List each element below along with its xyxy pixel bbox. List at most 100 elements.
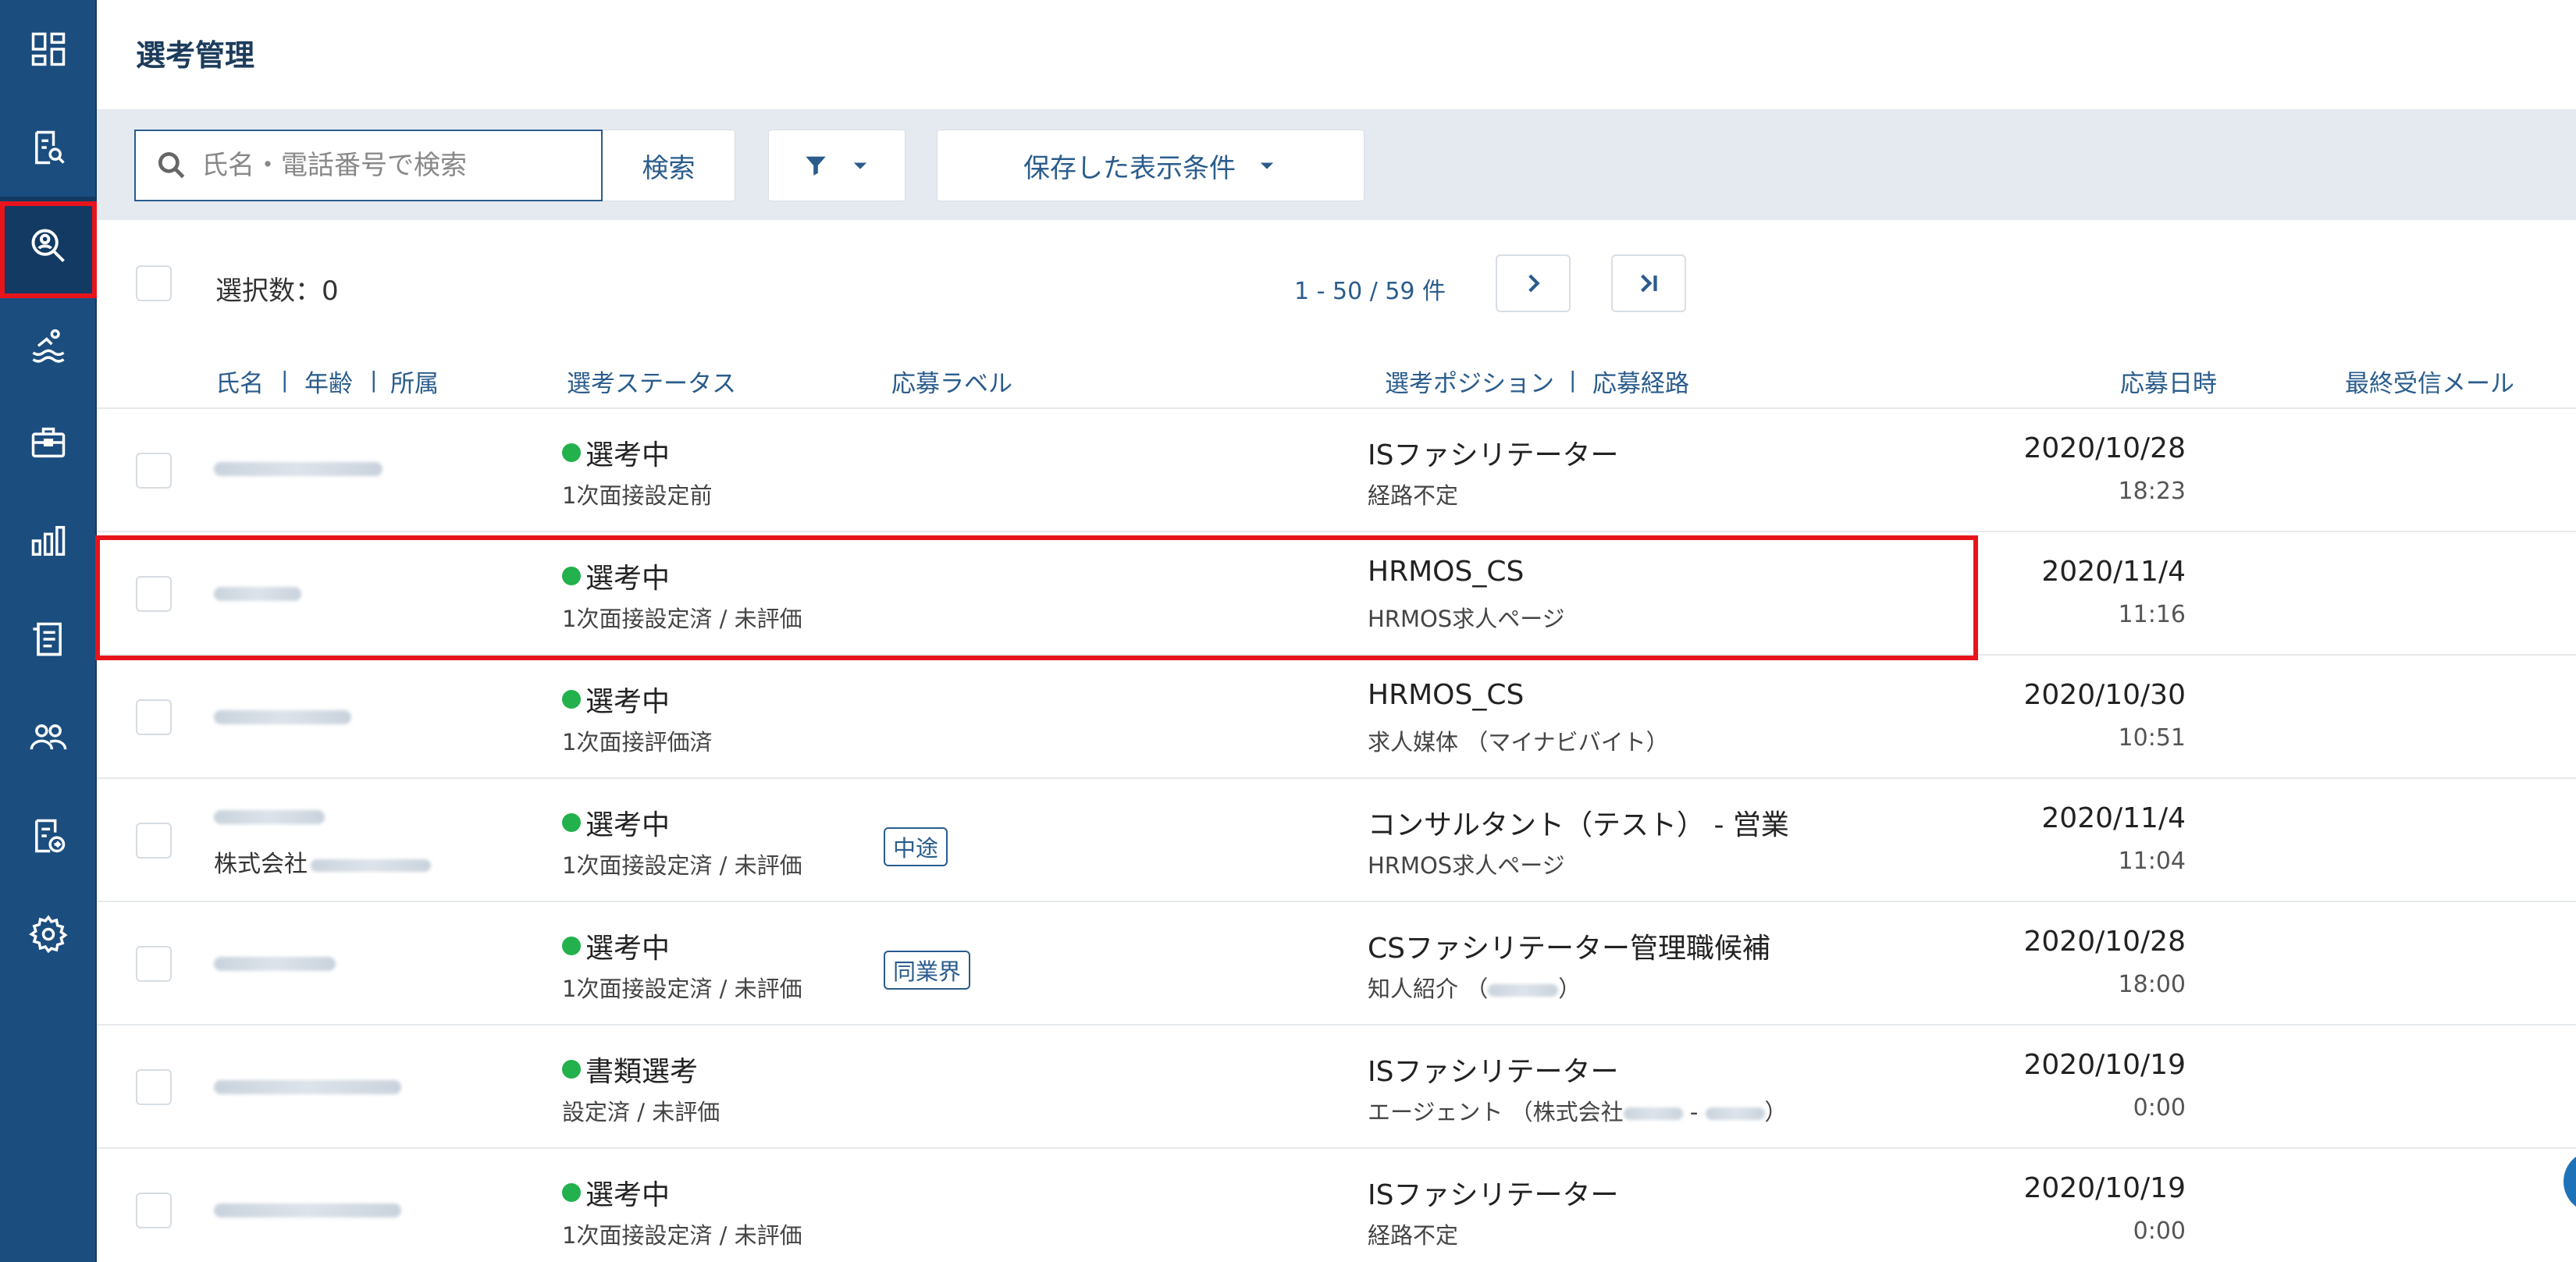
position-name: CSファシリテーター管理職候補 xyxy=(1368,933,1770,965)
last-page-button[interactable] xyxy=(1611,254,1686,312)
table-row[interactable]: 選考中 1次面接設定済 / 未評価 HRMOS_CS HRMOS求人ページ 20… xyxy=(97,532,2576,656)
sidebar-item-jobs[interactable] xyxy=(0,393,97,492)
status-label: 書類選考 xyxy=(562,1049,698,1090)
status-detail: 1次面接評価済 xyxy=(562,729,713,755)
column-age[interactable]: 年齢 xyxy=(304,364,353,399)
candidate-name-redacted xyxy=(214,710,351,724)
bar-chart-icon xyxy=(31,525,66,556)
sidebar-item-activity[interactable] xyxy=(0,295,97,393)
column-separator: | xyxy=(281,367,289,393)
status-label: 選考中 xyxy=(562,432,670,473)
sidebar-item-reports[interactable] xyxy=(0,492,97,590)
sidebar-item-export[interactable] xyxy=(0,787,97,885)
table-row[interactable]: 選考中 1次面接設定済 / 未評価 同業界 CSファシリテーター管理職候補 知人… xyxy=(97,902,2576,1026)
status-dot xyxy=(562,813,581,832)
status-dot xyxy=(562,1060,581,1079)
position-name: HRMOS_CS xyxy=(1368,556,1525,588)
sidebar-item-forms[interactable] xyxy=(0,590,97,688)
application-route: HRMOS求人ページ xyxy=(1368,852,1565,879)
applied-date: 2020/10/30 xyxy=(2023,679,2186,711)
table-row[interactable]: 選考中 1次面接設定済 / 未評価 ISファシリテーター 経路不定 2020/1… xyxy=(97,1149,2576,1262)
caret-down-icon xyxy=(853,162,867,169)
filter-button[interactable] xyxy=(768,130,906,201)
table-row[interactable]: 株式会社 選考中 1次面接設定済 / 未評価 中途 コンサルタント（テスト） -… xyxy=(97,779,2576,902)
candidate-name-redacted xyxy=(214,462,382,476)
candidate-name-redacted xyxy=(214,1203,401,1218)
candidate-company: 株式会社 xyxy=(214,844,431,879)
column-route[interactable]: 応募経路 xyxy=(1592,364,1689,399)
agent-name-redacted xyxy=(1705,1107,1765,1120)
applied-time: 10:51 xyxy=(2118,724,2186,752)
briefcase-icon xyxy=(31,427,66,458)
position-name: コンサルタント（テスト） - 営業 xyxy=(1368,809,1789,841)
sidebar-item-settings[interactable] xyxy=(0,885,97,983)
column-position[interactable]: 選考ポジション xyxy=(1385,364,1554,399)
table-row[interactable]: 選考中 1次面接設定前 ISファシリテーター 経路不定 2020/10/28 1… xyxy=(97,409,2576,532)
status-dot xyxy=(562,1183,581,1202)
application-route: 経路不定 xyxy=(1368,1222,1459,1249)
row-checkbox[interactable] xyxy=(136,453,172,489)
chevron-right-icon xyxy=(1528,274,1540,293)
chevron-last-icon xyxy=(1640,274,1657,293)
row-checkbox[interactable] xyxy=(136,1069,172,1105)
candidate-name-redacted xyxy=(214,810,325,824)
search-input[interactable] xyxy=(201,150,568,181)
status-detail: 1次面接設定済 / 未評価 xyxy=(562,852,802,879)
candidate-name-redacted xyxy=(214,957,336,971)
status-detail: 1次面接設定前 xyxy=(562,482,713,509)
sidebar-item-candidates[interactable] xyxy=(0,197,97,295)
table-row[interactable]: 選考中 1次面接評価済 HRMOS_CS 求人媒体 （マイナビバイト） 2020… xyxy=(97,656,2576,779)
application-route: 経路不定 xyxy=(1368,482,1459,509)
caret-down-icon xyxy=(1260,162,1274,169)
position-name: ISファシリテーター xyxy=(1368,1056,1619,1088)
applied-time: 18:00 xyxy=(2118,971,2186,998)
search-button[interactable]: 検索 xyxy=(603,130,735,201)
applied-time: 11:04 xyxy=(2118,848,2186,875)
position-name: ISファシリテーター xyxy=(1368,1179,1619,1211)
sidebar xyxy=(0,0,97,1262)
status-detail: 1次面接設定済 / 未評価 xyxy=(562,1222,802,1249)
column-last-mail[interactable]: 最終受信メール xyxy=(2345,364,2514,399)
users-icon xyxy=(30,724,67,750)
document-export-icon xyxy=(35,819,66,853)
column-label[interactable]: 応募ラベル xyxy=(891,364,1012,399)
select-all-checkbox[interactable] xyxy=(136,265,172,301)
toolbar: 検索 保存した表示条件 xyxy=(97,109,2576,220)
search-field[interactable] xyxy=(134,130,603,201)
dashboard-icon xyxy=(31,32,66,66)
status-detail: 設定済 / 未評価 xyxy=(562,1099,720,1125)
column-applied-at[interactable]: 応募日時 xyxy=(2120,364,2217,399)
company-name-redacted xyxy=(311,859,431,872)
application-route: HRMOS求人ページ xyxy=(1368,606,1565,632)
document-list-icon xyxy=(33,622,62,656)
applied-date: 2020/10/19 xyxy=(2023,1172,2186,1204)
column-affiliation[interactable]: 所属 xyxy=(390,364,439,399)
saved-conditions-label: 保存した表示条件 xyxy=(1023,152,1236,184)
sidebar-item-dashboard[interactable] xyxy=(0,0,97,98)
column-status[interactable]: 選考ステータス xyxy=(567,364,736,399)
application-route: 知人紹介 （） xyxy=(1368,976,1582,1002)
applied-date: 2020/10/28 xyxy=(2023,432,2186,464)
row-checkbox[interactable] xyxy=(136,1193,172,1228)
status-label: 選考中 xyxy=(562,1172,670,1213)
agent-company-redacted xyxy=(1623,1107,1683,1120)
sidebar-item-documents[interactable] xyxy=(0,98,97,197)
status-label: 選考中 xyxy=(562,556,670,596)
column-name[interactable]: 氏名 xyxy=(215,364,264,399)
selection-count: 選択数：0 xyxy=(215,276,339,307)
saved-conditions-button[interactable]: 保存した表示条件 xyxy=(937,130,1364,201)
next-page-button[interactable] xyxy=(1496,254,1571,312)
applied-date: 2020/10/28 xyxy=(2023,926,2186,958)
row-checkbox[interactable] xyxy=(136,946,172,982)
status-dot xyxy=(562,567,581,585)
table-row[interactable]: 書類選考 設定済 / 未評価 ISファシリテーター エージェント （株式会社 -… xyxy=(97,1026,2576,1149)
page-title: 選考管理 xyxy=(136,38,255,73)
row-checkbox[interactable] xyxy=(136,823,172,859)
position-name: ISファシリテーター xyxy=(1368,439,1619,471)
sidebar-item-users[interactable] xyxy=(0,688,97,787)
column-separator: | xyxy=(1569,367,1577,393)
row-checkbox[interactable] xyxy=(136,576,172,612)
row-checkbox[interactable] xyxy=(136,699,172,735)
status-dot xyxy=(562,443,581,462)
pagination-range: 1 - 50 / 59 件 xyxy=(1294,278,1446,305)
